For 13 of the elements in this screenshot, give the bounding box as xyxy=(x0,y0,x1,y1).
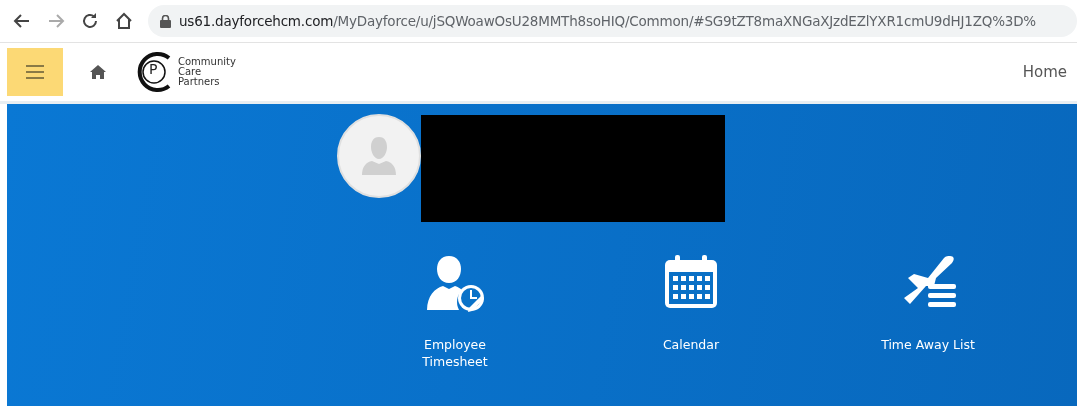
menu-button[interactable] xyxy=(7,48,63,96)
reload-icon[interactable] xyxy=(80,11,100,31)
app-tile[interactable]: Calendar xyxy=(621,252,761,370)
menu-icon xyxy=(26,65,44,79)
lock-icon xyxy=(160,14,171,28)
address-bar[interactable]: us61.dayforcehcm.com/MyDayforce/u/jSQWoawOsU28MMTh8soHIQ/Common/#SG9tZT8maXNGaXJzdEZlYXR1cmU9dHJ1ZQ%3D% xyxy=(148,5,1077,37)
logo-text: Community Care Partners xyxy=(178,57,236,87)
home-link[interactable]: Home xyxy=(1022,63,1067,81)
logo-mark: P xyxy=(135,50,175,94)
app-tile[interactable]: Employee Timesheet xyxy=(385,252,525,370)
home-icon[interactable] xyxy=(114,11,134,31)
home-icon[interactable] xyxy=(89,64,107,80)
app-tile[interactable]: Time Away List xyxy=(858,252,998,370)
